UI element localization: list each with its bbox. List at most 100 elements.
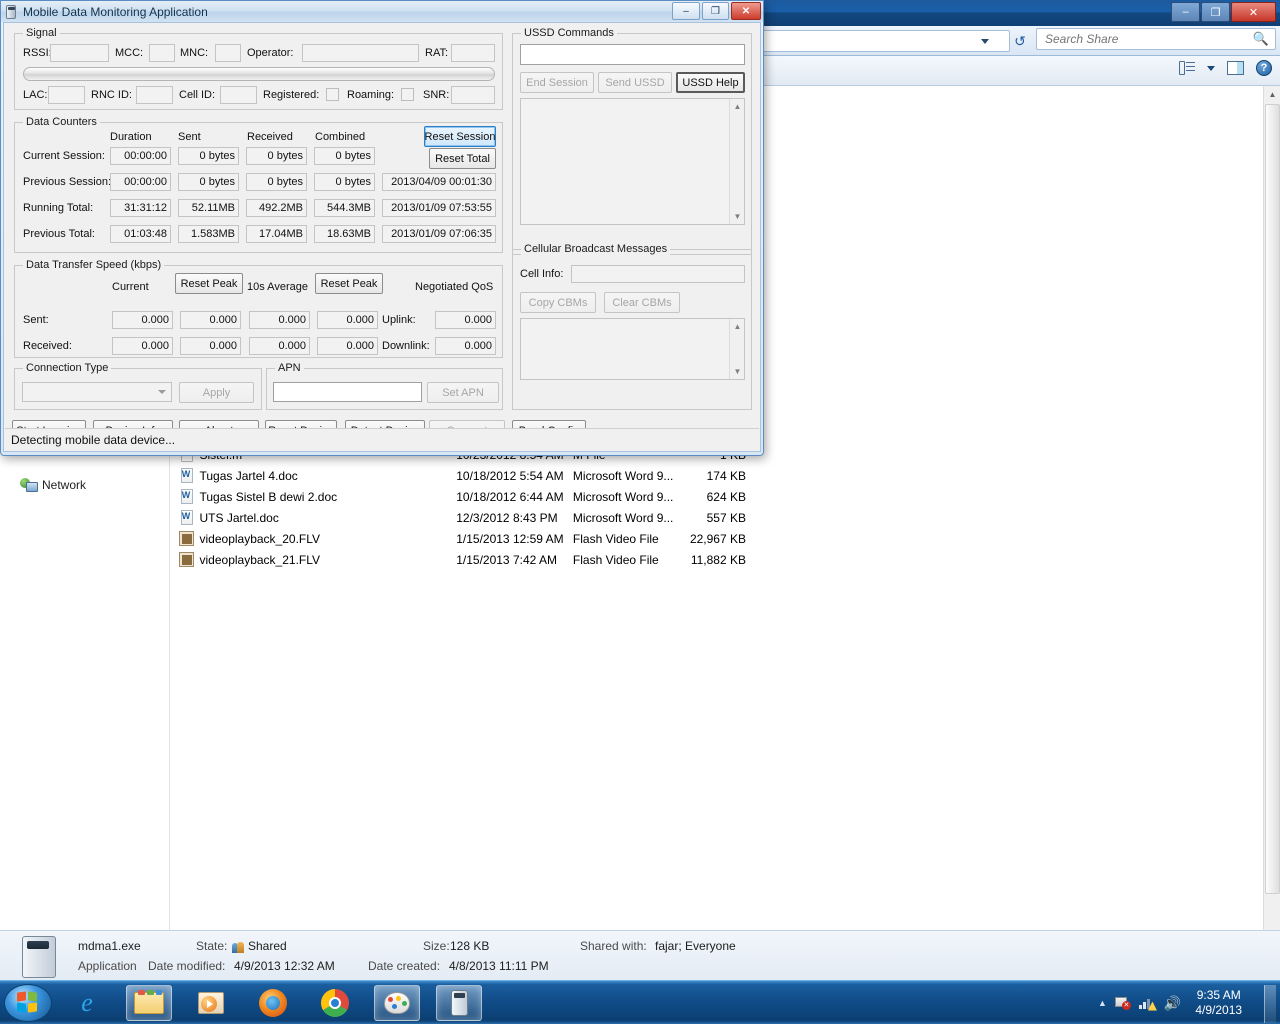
end-session-button[interactable]: End Session [520,72,594,93]
received-average-peak-field: 0.000 [317,337,378,355]
search-input[interactable] [1043,31,1253,47]
table-row[interactable]: Tugas Sistel B dewi 2.doc10/18/2012 6:44… [172,486,750,507]
send-ussd-button[interactable]: Send USSD [598,72,672,93]
cbm-output-scrollbar[interactable]: ▲ ▼ [729,319,744,379]
downlink-field: 0.000 [435,337,496,355]
taskbar-item-firefox[interactable] [250,985,296,1021]
taskbar-item-mdma[interactable] [436,985,482,1021]
mdma-maximize-button[interactable]: ❐ [702,2,729,20]
operator-field[interactable] [302,44,419,62]
cbm-output[interactable]: ▲ ▼ [520,318,745,380]
details-date-created-label: Date created: [368,959,440,973]
taskbar-item-windows-explorer[interactable] [126,985,172,1021]
rssi-field[interactable] [50,44,109,62]
previous-session-received: 0 bytes [246,173,307,191]
chevron-down-icon[interactable] [1207,66,1215,71]
cbm-group: Cellular Broadcast Messages Cell Info: C… [512,249,752,410]
file-name: Tugas Sistel B dewi 2.doc [196,490,457,504]
received-average-field: 0.000 [249,337,310,355]
signal-strength-bar [23,67,495,81]
reset-peak-button-1[interactable]: Reset Peak [175,273,243,294]
mdma-title-bar[interactable]: Mobile Data Monitoring Application – ❐ ✕ [1,1,763,22]
apn-group-title: APN [275,362,304,374]
ussd-output[interactable]: ▲ ▼ [520,98,745,225]
action-center-flag-icon[interactable]: ✕ [1115,996,1131,1011]
table-row[interactable]: videoplayback_20.FLV1/15/2013 12:59 AMFl… [172,528,750,549]
reset-total-button[interactable]: Reset Total [429,148,496,169]
sidebar-item-network[interactable]: Network [20,478,86,492]
taskbar-item-paint[interactable] [374,985,420,1021]
file-date-modified: 12/3/2012 8:43 PM [456,511,573,525]
scroll-up-icon[interactable]: ▲ [1264,86,1280,103]
speed-average-label: 10s Average [247,281,308,293]
uplink-label: Uplink: [382,314,416,326]
apn-input[interactable] [273,382,422,402]
taskbar-item-chrome[interactable] [312,985,358,1021]
show-hidden-icons-icon[interactable]: ▲ [1098,998,1107,1008]
help-icon[interactable]: ? [1256,60,1272,76]
show-desktop-button[interactable] [1264,985,1276,1023]
table-row[interactable]: UTS Jartel.doc12/3/2012 8:43 PMMicrosoft… [172,507,750,528]
cell-id-field[interactable] [220,86,257,104]
previous-total-combined: 18.63MB [314,225,375,243]
scroll-up-icon[interactable]: ▲ [730,99,745,114]
preview-pane-icon[interactable] [1227,61,1244,75]
column-header-sent: Sent [178,131,201,143]
start-button[interactable] [4,984,52,1022]
lac-field[interactable] [48,86,85,104]
apply-button[interactable]: Apply [179,382,254,403]
file-list-scrollbar[interactable]: ▲ [1263,86,1280,930]
rssi-label: RSSI: [23,47,52,59]
explorer-maximize-button[interactable]: ❐ [1201,2,1230,22]
views-icon[interactable] [1179,61,1195,75]
file-date-modified: 10/18/2012 5:54 AM [456,469,573,483]
mdma-close-button[interactable]: ✕ [731,2,761,20]
system-tray: ▲ ✕ 🔊 9:35 AM 4/9/2013 [1090,983,1276,1023]
copy-cbms-button[interactable]: Copy CBMs [520,292,596,313]
file-type: Microsoft Word 9... [573,511,680,525]
scroll-up-icon[interactable]: ▲ [730,319,745,334]
roaming-checkbox[interactable] [401,88,414,101]
taskbar-item-internet-explorer[interactable]: e [64,985,110,1021]
reset-peak-button-2[interactable]: Reset Peak [315,273,383,294]
search-icon: 🔍 [1253,31,1269,47]
chevron-down-icon[interactable] [154,384,170,400]
refresh-icon[interactable]: ↺ [1008,27,1032,55]
table-row[interactable]: videoplayback_21.FLV1/15/2013 7:42 AMFla… [172,549,750,570]
details-pane: mdma1.exe Application State: Shared Date… [0,930,1280,980]
clock[interactable]: 9:35 AM 4/9/2013 [1195,988,1242,1018]
registered-checkbox[interactable] [326,88,339,101]
scroll-down-icon[interactable]: ▼ [730,364,745,379]
data-transfer-speed-group: Data Transfer Speed (kbps) Current Reset… [14,265,503,358]
volume-icon[interactable]: 🔊 [1164,995,1181,1012]
file-date-modified: 10/18/2012 6:44 AM [456,490,573,504]
chevron-down-icon[interactable] [981,39,989,44]
cell-info-field[interactable] [571,265,745,283]
clear-cbms-button[interactable]: Clear CBMs [604,292,680,313]
sidebar-item-label: Network [42,478,86,492]
scroll-down-icon[interactable]: ▼ [730,209,745,224]
connection-type-select[interactable] [22,382,172,402]
taskbar-item-media-player[interactable] [188,985,234,1021]
mnc-field[interactable] [215,44,241,62]
ussd-help-button[interactable]: USSD Help [676,72,745,93]
ussd-input[interactable] [520,44,745,65]
row-label-previous-session: Previous Session: [23,176,111,188]
toolbar-icon-group: ? [1179,60,1272,76]
set-apn-button[interactable]: Set APN [427,382,499,403]
table-row[interactable]: Tugas Jartel 4.doc10/18/2012 5:54 AMMicr… [172,465,750,486]
speed-group-title: Data Transfer Speed (kbps) [23,259,164,271]
folder-icon [134,992,164,1014]
network-status-icon[interactable] [1139,996,1156,1011]
snr-field[interactable] [451,86,495,104]
explorer-minimize-button[interactable]: – [1171,2,1200,22]
ussd-output-scrollbar[interactable]: ▲ ▼ [729,99,744,224]
rnc-id-field[interactable] [136,86,173,104]
explorer-close-button[interactable]: ✕ [1231,2,1276,22]
mcc-field[interactable] [149,44,175,62]
mdma-minimize-button[interactable]: – [672,2,700,20]
reset-session-button[interactable]: Reset Session [424,126,496,147]
rat-field[interactable] [451,44,495,62]
scrollbar-thumb[interactable] [1265,104,1280,894]
search-box[interactable]: 🔍 [1036,28,1276,50]
